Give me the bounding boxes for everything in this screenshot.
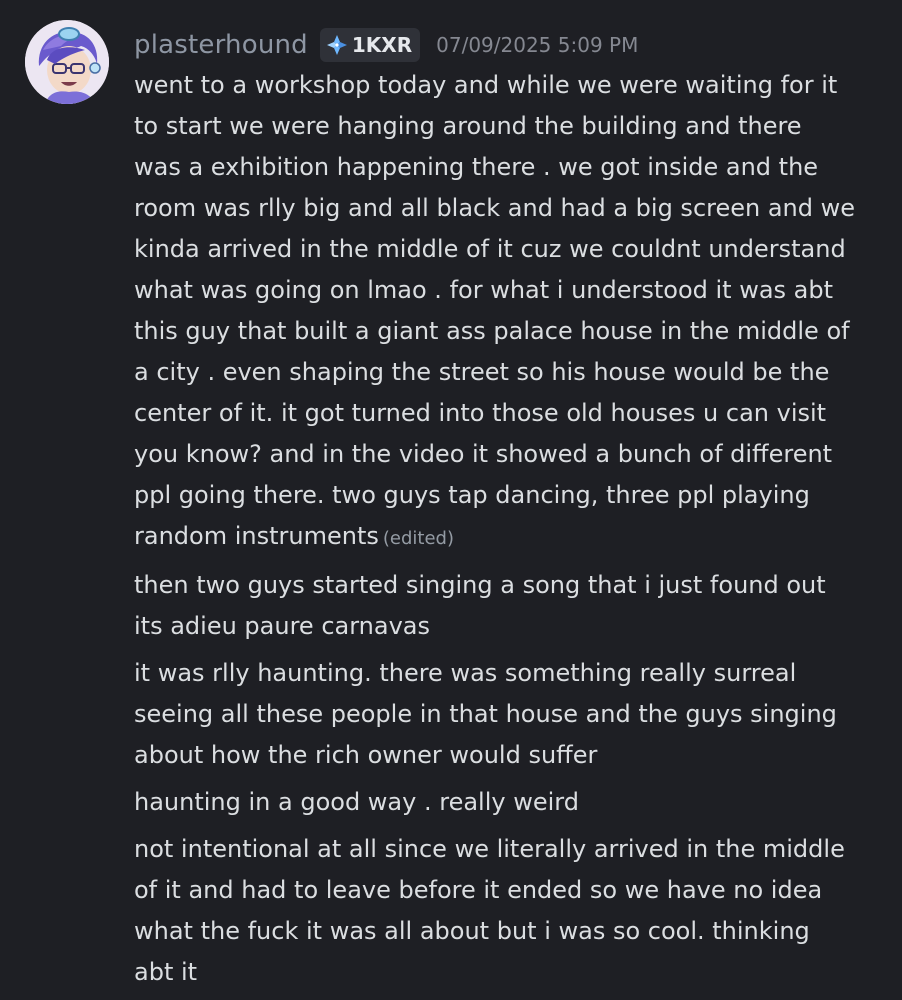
message-line: room was rlly big and all black and had … xyxy=(134,194,856,222)
message-line: about how the rich owner would suffer xyxy=(134,741,598,769)
message-line: center of it. it got turned into those o… xyxy=(134,399,827,427)
message-group: plasterhound 1KXR 07/09/2025 5:09 PM wen… xyxy=(0,0,902,1000)
message-line: haunting in a good way . really weird xyxy=(134,788,579,816)
message-text: haunting in a good way . really weird xyxy=(134,782,884,823)
message-line-last: random instruments (edited) xyxy=(134,516,884,559)
message-line: seeing all these people in that house an… xyxy=(134,700,837,728)
user-tag[interactable]: 1KXR xyxy=(319,28,421,62)
message-text: went to a workshop today and while we we… xyxy=(134,65,884,559)
message-text: it was rlly haunting. there was somethin… xyxy=(134,653,884,776)
message-line: its adieu paure carnavas xyxy=(134,612,430,640)
message-line: what the fuck it was all about but i was… xyxy=(134,917,810,945)
message-line: random instruments xyxy=(134,522,379,550)
tag-label: 1KXR xyxy=(351,33,413,57)
message-line: abt it xyxy=(134,958,198,986)
message-line: kinda arrived in the middle of it cuz we… xyxy=(134,235,846,263)
avatar-image xyxy=(25,20,109,104)
message-line: to start we were hanging around the buil… xyxy=(134,112,802,140)
message-line: what was going on lmao . for what i unde… xyxy=(134,276,834,304)
message-line: went to a workshop today and while we we… xyxy=(134,71,838,99)
message-list: went to a workshop today and while we we… xyxy=(134,65,884,993)
user-avatar[interactable] xyxy=(25,20,109,104)
message-line: of it and had to leave before it ended s… xyxy=(134,876,823,904)
message-line: ppl going there. two guys tap dancing, t… xyxy=(134,481,810,509)
message-timestamp: 07/09/2025 5:09 PM xyxy=(436,33,639,57)
message-line: a city . even shaping the street so his … xyxy=(134,358,830,386)
message-text: not intentional at all since we literall… xyxy=(134,829,884,993)
message-line: it was rlly haunting. there was somethin… xyxy=(134,659,797,687)
message-header: plasterhound 1KXR 07/09/2025 5:09 PM xyxy=(134,25,638,65)
message-line: not intentional at all since we literall… xyxy=(134,835,845,863)
message-line: then two guys started singing a song tha… xyxy=(134,571,826,599)
message-line: was a exhibition happening there . we go… xyxy=(134,153,819,181)
diamond-badge-icon xyxy=(326,35,347,55)
message-line: you know? and in the video it showed a b… xyxy=(134,440,833,468)
edited-label: (edited) xyxy=(382,528,454,549)
message-line: this guy that built a giant ass palace h… xyxy=(134,317,850,345)
username[interactable]: plasterhound xyxy=(134,30,308,60)
message-text: then two guys started singing a song tha… xyxy=(134,565,884,647)
